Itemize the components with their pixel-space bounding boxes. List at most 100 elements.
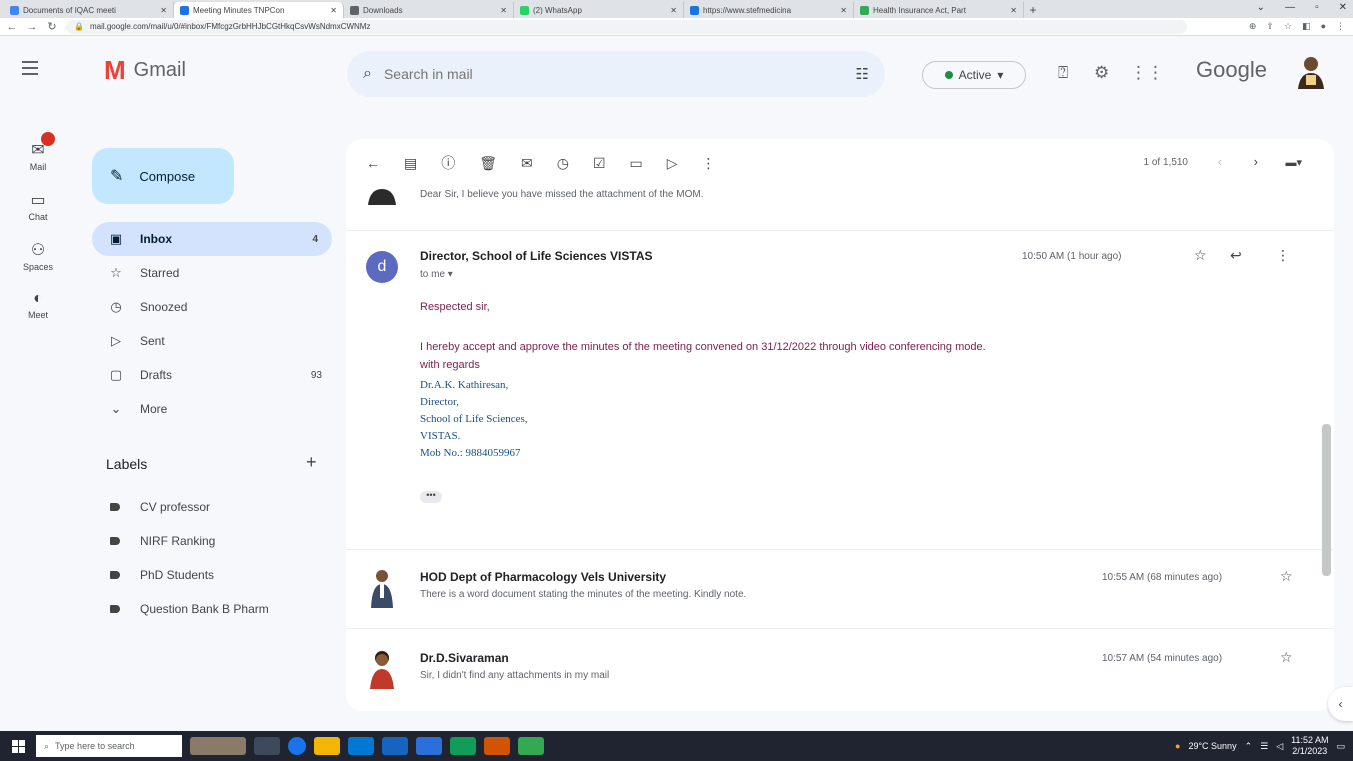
taskbar-clock[interactable]: 11:52 AM 2/1/2023 xyxy=(1291,735,1328,757)
back-arrow-icon[interactable]: ← xyxy=(366,155,380,171)
account-avatar[interactable] xyxy=(1295,55,1327,89)
star-icon[interactable]: ☆ xyxy=(1280,568,1293,585)
tab-close-icon[interactable]: ✕ xyxy=(160,6,167,15)
scrollbar-thumb[interactable] xyxy=(1322,424,1331,576)
sender-avatar[interactable]: d xyxy=(366,251,398,283)
mail-app-icon[interactable] xyxy=(382,737,408,755)
store-icon[interactable] xyxy=(348,737,374,755)
media-app-icon[interactable] xyxy=(484,737,510,755)
tab-close-icon[interactable]: ✕ xyxy=(670,6,677,15)
google-account-brand[interactable]: Google xyxy=(1196,57,1267,83)
minimize-icon[interactable]: — xyxy=(1285,2,1295,13)
main-menu-icon[interactable] xyxy=(22,61,38,75)
label-item[interactable]: CV professor xyxy=(92,490,336,524)
rail-item-mail[interactable]: ✉ Mail xyxy=(0,132,76,172)
compose-button[interactable]: ✎ Compose xyxy=(92,148,234,204)
search-options-icon[interactable]: ☷ xyxy=(856,65,869,83)
side-panel-toggle-icon[interactable]: ‹ xyxy=(1328,687,1353,721)
browser-tab[interactable]: Health Insurance Act, Part ✕ xyxy=(854,2,1024,18)
status-chip[interactable]: Active ▾ xyxy=(922,61,1026,89)
sidebar-item-drafts[interactable]: ▢ Drafts 93 xyxy=(92,358,336,392)
tab-search-icon[interactable]: ⌄ xyxy=(1257,2,1265,13)
mark-unread-icon[interactable]: ✉ xyxy=(521,155,533,172)
browser-tab[interactable]: Downloads ✕ xyxy=(344,2,514,18)
rail-item-meet[interactable]: ◐ Meet xyxy=(0,290,76,320)
reload-icon[interactable]: ↻ xyxy=(46,20,58,33)
collapsed-message[interactable]: Dr.D.Sivaraman Sir, I didn't find any at… xyxy=(346,629,1334,711)
share-icon[interactable]: ⇪ xyxy=(1266,21,1274,32)
sidebar-item-sent[interactable]: ▷ Sent xyxy=(92,324,336,358)
report-spam-icon[interactable]: ⓘ xyxy=(441,153,455,173)
star-icon[interactable]: ☆ xyxy=(1194,247,1207,264)
rail-item-chat[interactable]: ▭ Chat xyxy=(0,190,76,222)
help-icon[interactable]: ⍰ xyxy=(1058,63,1068,83)
add-task-icon[interactable]: ☑ xyxy=(593,155,606,172)
news-widget-icon[interactable] xyxy=(190,737,246,755)
recipient-details[interactable]: to me ▾ xyxy=(420,269,453,280)
bookmark-star-icon[interactable]: ☆ xyxy=(1284,21,1292,32)
tab-close-icon[interactable]: ✕ xyxy=(840,6,847,15)
sidebar-item-inbox[interactable]: ▣ Inbox 4 xyxy=(92,222,332,256)
browser-tab[interactable]: Meeting Minutes TNPCon ✕ xyxy=(174,2,344,18)
sidebar-item-starred[interactable]: ☆ Starred xyxy=(92,256,336,290)
star-icon[interactable]: ☆ xyxy=(1280,649,1293,666)
tray-chevron-icon[interactable]: ⌃ xyxy=(1245,741,1253,752)
maximize-icon[interactable]: ▫ xyxy=(1315,2,1319,13)
apps-grid-icon[interactable]: ⋮⋮ xyxy=(1130,63,1164,83)
tab-close-icon[interactable]: ✕ xyxy=(330,6,337,15)
older-chevron-icon[interactable]: › xyxy=(1254,154,1258,169)
search-icon[interactable]: ⌕ xyxy=(363,65,372,83)
app-icon[interactable] xyxy=(518,737,544,755)
browser-tab[interactable]: Documents of IQAC meeti ✕ xyxy=(4,2,174,18)
profile-icon[interactable]: ● xyxy=(1321,21,1326,32)
label-icon[interactable]: ▷ xyxy=(667,155,678,172)
sender-name[interactable]: Director, School of Life Sciences VISTAS xyxy=(420,249,653,263)
settings-gear-icon[interactable]: ⚙ xyxy=(1094,63,1109,83)
gmail-logo[interactable]: M Gmail xyxy=(104,55,186,86)
more-options-icon[interactable]: ⋮ xyxy=(702,155,716,172)
network-icon[interactable]: ☰ xyxy=(1260,741,1268,752)
reply-icon[interactable]: ↩ xyxy=(1230,247,1242,264)
forward-icon[interactable]: → xyxy=(26,21,38,33)
newer-chevron-icon[interactable]: ‹ xyxy=(1218,154,1222,169)
sidebar-item-more[interactable]: ⌄ More xyxy=(92,392,336,426)
browser-menu-icon[interactable]: ⋮ xyxy=(1336,21,1345,32)
taskbar-search-box[interactable]: ⌕ Type here to search xyxy=(36,735,182,757)
label-item[interactable]: Question Bank B Pharm xyxy=(92,592,336,626)
input-tools-icon[interactable]: ▬▾ xyxy=(1285,156,1302,169)
collapsed-message[interactable]: Dear Sir, I believe you have missed the … xyxy=(346,175,1334,231)
more-vert-icon[interactable]: ⋮ xyxy=(1276,247,1290,264)
snooze-icon[interactable]: ◷ xyxy=(557,155,569,172)
archive-icon[interactable]: ▤ xyxy=(404,155,417,172)
label-item[interactable]: NIRF Ranking xyxy=(92,524,336,558)
url-field[interactable]: 🔒 mail.google.com/mail/u/0/#inbox/FMfcgz… xyxy=(66,19,1187,34)
task-view-icon[interactable] xyxy=(254,737,280,755)
chrome-icon[interactable] xyxy=(450,737,476,755)
word-icon[interactable] xyxy=(416,737,442,755)
browser-tab[interactable]: https://www.stefmedicina ✕ xyxy=(684,2,854,18)
file-explorer-icon[interactable] xyxy=(314,737,340,755)
label-item[interactable]: PhD Students xyxy=(92,558,336,592)
windows-start-icon[interactable] xyxy=(0,731,36,761)
add-label-icon[interactable]: + xyxy=(306,452,317,473)
search-bar[interactable]: ⌕ ☷ xyxy=(347,51,885,97)
volume-icon[interactable]: ◁ xyxy=(1276,741,1283,752)
weather-text[interactable]: 29°C Sunny xyxy=(1188,741,1236,751)
search-input[interactable] xyxy=(383,66,856,82)
back-icon[interactable]: ← xyxy=(6,21,18,33)
tab-close-icon[interactable]: ✕ xyxy=(1010,6,1017,15)
notifications-icon[interactable]: ▭ xyxy=(1336,741,1345,752)
move-to-icon[interactable]: ▭ xyxy=(630,155,643,172)
tab-close-icon[interactable]: ✕ xyxy=(500,6,507,15)
zoom-icon[interactable]: ⊕ xyxy=(1249,21,1257,32)
sidebar-item-snoozed[interactable]: ◷ Snoozed xyxy=(92,290,336,324)
delete-icon[interactable]: 🗑 xyxy=(479,155,497,172)
edge-browser-icon[interactable] xyxy=(288,737,306,755)
collapsed-message[interactable]: HOD Dept of Pharmacology Vels University… xyxy=(346,549,1334,629)
show-trimmed-content-button[interactable]: ••• xyxy=(420,491,442,503)
new-tab-button[interactable]: + xyxy=(1024,2,1042,18)
close-icon[interactable]: ✕ xyxy=(1339,2,1347,13)
rail-item-spaces[interactable]: ⚇ Spaces xyxy=(0,240,76,272)
browser-tab[interactable]: (2) WhatsApp ✕ xyxy=(514,2,684,18)
extensions-icon[interactable]: ◧ xyxy=(1302,21,1311,32)
